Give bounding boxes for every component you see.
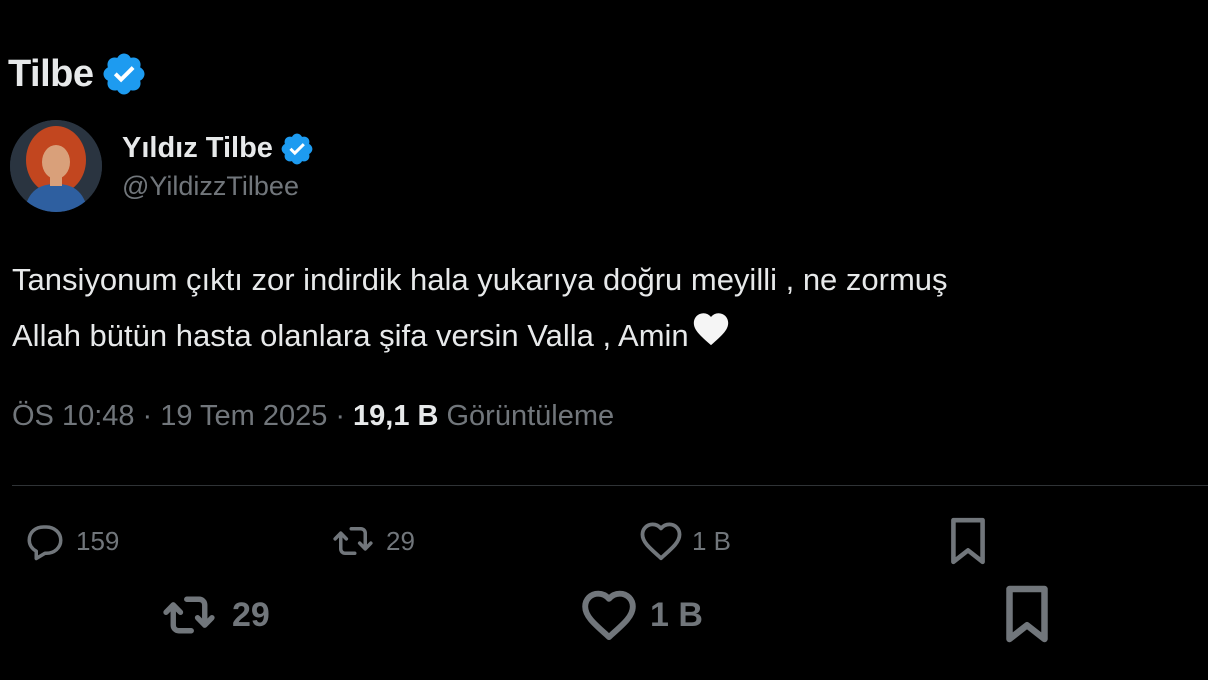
like-button[interactable]: 1 B bbox=[578, 588, 703, 642]
views-label[interactable]: Görüntüleme bbox=[446, 400, 614, 433]
like-count: 1 B bbox=[650, 595, 703, 634]
reply-count: 159 bbox=[76, 525, 120, 556]
action-bar: 159 29 1 B bbox=[0, 514, 1208, 568]
user-handle[interactable]: @YildizzTilbee bbox=[122, 171, 315, 202]
retweet-button[interactable]: 29 bbox=[156, 588, 270, 642]
tweet-meta: ÖS 10:48 · 19 Tem 2025 · 19,1 B Görüntül… bbox=[12, 400, 614, 433]
meta-separator: · bbox=[335, 400, 346, 432]
tweet-line-2: Allah bütün hasta olanlara şifa versin V… bbox=[12, 318, 689, 353]
tweet-line: Tansiyonum çıktı zor indirdik hala yukar… bbox=[12, 252, 1208, 308]
tweet-text: Tansiyonum çıktı zor indirdik hala yukar… bbox=[12, 252, 1208, 364]
retweet-count: 29 bbox=[386, 525, 415, 556]
bookmark-icon bbox=[1006, 585, 1048, 643]
reply-button[interactable]: 159 bbox=[22, 520, 119, 562]
bookmark-button[interactable] bbox=[1000, 584, 1054, 644]
page-header: Tilbe bbox=[8, 50, 148, 98]
avatar[interactable] bbox=[10, 120, 102, 212]
retweet-button[interactable]: 29 bbox=[328, 520, 415, 562]
bookmark-icon bbox=[951, 517, 985, 565]
tweet-line-1: Tansiyonum çıktı zor indirdik hala yukar… bbox=[12, 262, 948, 297]
reply-icon bbox=[27, 525, 63, 561]
display-name-row: Yıldız Tilbe bbox=[122, 131, 315, 167]
tweet-time[interactable]: ÖS 10:48 bbox=[12, 400, 135, 433]
retweet-icon bbox=[333, 527, 373, 555]
tweet-page: Tilbe Yıldız Tilbe @YildizzTilbee Tansiy… bbox=[0, 0, 1208, 680]
tweet-line: Allah bütün hasta olanlara şifa versin V… bbox=[12, 308, 1208, 364]
white-heart-icon bbox=[691, 308, 731, 364]
verified-badge-icon bbox=[279, 131, 315, 167]
author-info: Yıldız Tilbe @YildizzTilbee bbox=[122, 131, 315, 202]
retweet-count: 29 bbox=[232, 595, 270, 634]
divider bbox=[12, 485, 1208, 486]
heart-icon bbox=[582, 590, 636, 641]
tweet-author: Yıldız Tilbe @YildizzTilbee bbox=[10, 120, 315, 212]
page-title: Tilbe bbox=[8, 52, 94, 95]
views-count[interactable]: 19,1 B bbox=[353, 400, 438, 433]
meta-separator: · bbox=[142, 400, 153, 432]
heart-icon bbox=[640, 522, 682, 561]
verified-badge-icon bbox=[100, 50, 148, 98]
retweet-icon bbox=[163, 596, 215, 634]
like-button[interactable]: 1 B bbox=[638, 520, 731, 562]
action-bar-overlay: 29 1 B bbox=[0, 582, 1208, 646]
tweet-date[interactable]: 19 Tem 2025 bbox=[160, 400, 327, 433]
bookmark-button[interactable] bbox=[946, 516, 990, 566]
display-name[interactable]: Yıldız Tilbe bbox=[122, 132, 273, 165]
like-count: 1 B bbox=[692, 525, 732, 556]
